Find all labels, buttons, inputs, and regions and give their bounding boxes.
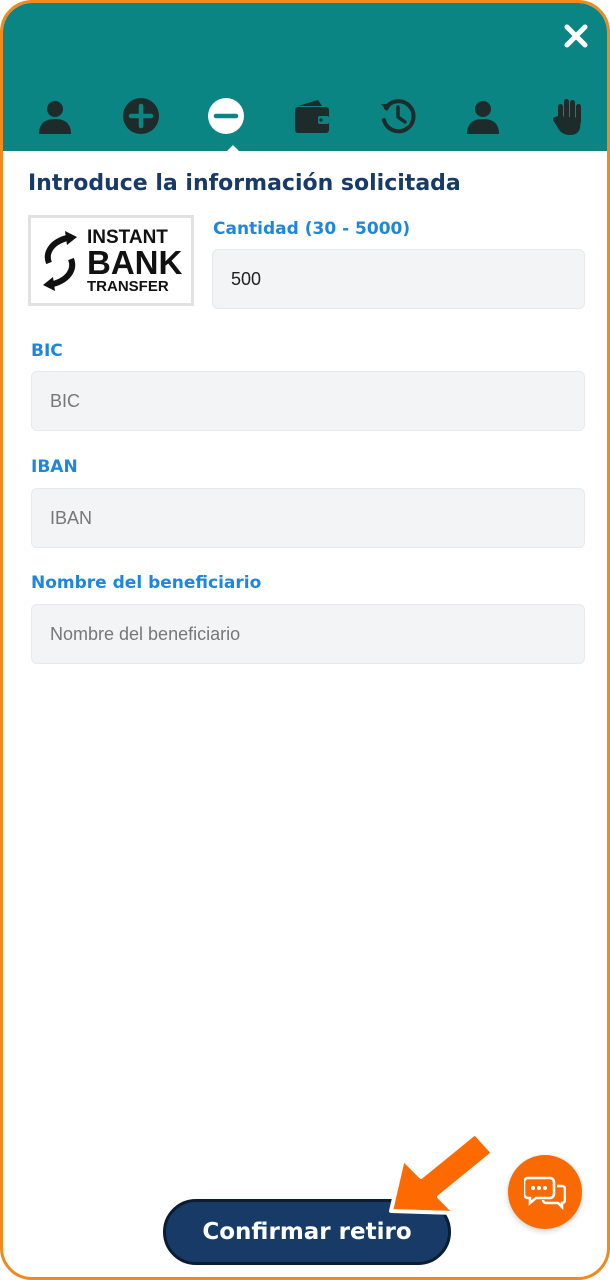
amount-input[interactable] xyxy=(212,249,585,309)
form-title: Introduce la información solicitada xyxy=(28,171,461,196)
beneficiary-input[interactable] xyxy=(31,604,585,664)
amount-label: Cantidad (30 - 5000) xyxy=(213,219,411,239)
wallet-icon xyxy=(294,100,329,133)
logo-line-transfer: TRANSFER xyxy=(87,277,169,295)
pointer-arrow-icon xyxy=(389,1131,495,1215)
close-icon[interactable] xyxy=(561,21,591,51)
beneficiary-label: Nombre del beneficiario xyxy=(31,573,262,593)
active-tab-indicator xyxy=(224,145,242,154)
instant-bank-transfer-logo: INSTANT BANK TRANSFER xyxy=(28,215,194,306)
withdraw-minus-icon xyxy=(208,98,245,134)
history-icon xyxy=(380,99,416,134)
user-icon xyxy=(39,101,71,134)
nav-history[interactable] xyxy=(376,94,420,138)
iban-input[interactable] xyxy=(31,488,585,548)
profile-icon xyxy=(467,101,500,134)
nav-wallet[interactable] xyxy=(290,94,334,138)
deposit-plus-icon xyxy=(122,98,159,134)
hand-stop-icon xyxy=(552,99,581,135)
logo-wordmark: INSTANT BANK TRANSFER xyxy=(87,228,182,294)
withdraw-modal: Introduce la información solicitada INST… xyxy=(0,0,610,1280)
live-chat-button[interactable] xyxy=(508,1155,582,1229)
nav-withdraw[interactable] xyxy=(204,94,248,138)
transfer-arrows-icon xyxy=(43,230,77,291)
bic-input[interactable] xyxy=(31,371,585,431)
modal-header xyxy=(3,3,607,151)
iban-label: IBAN xyxy=(31,457,78,477)
account-nav xyxy=(33,91,591,141)
chat-bubbles-icon xyxy=(524,1176,566,1210)
nav-profile[interactable] xyxy=(461,94,505,138)
bic-label: BIC xyxy=(31,341,63,361)
nav-deposit[interactable] xyxy=(119,94,163,138)
nav-self-exclusion[interactable] xyxy=(547,94,591,138)
nav-user[interactable] xyxy=(33,94,77,138)
logo-line-bank: BANK xyxy=(87,243,183,281)
